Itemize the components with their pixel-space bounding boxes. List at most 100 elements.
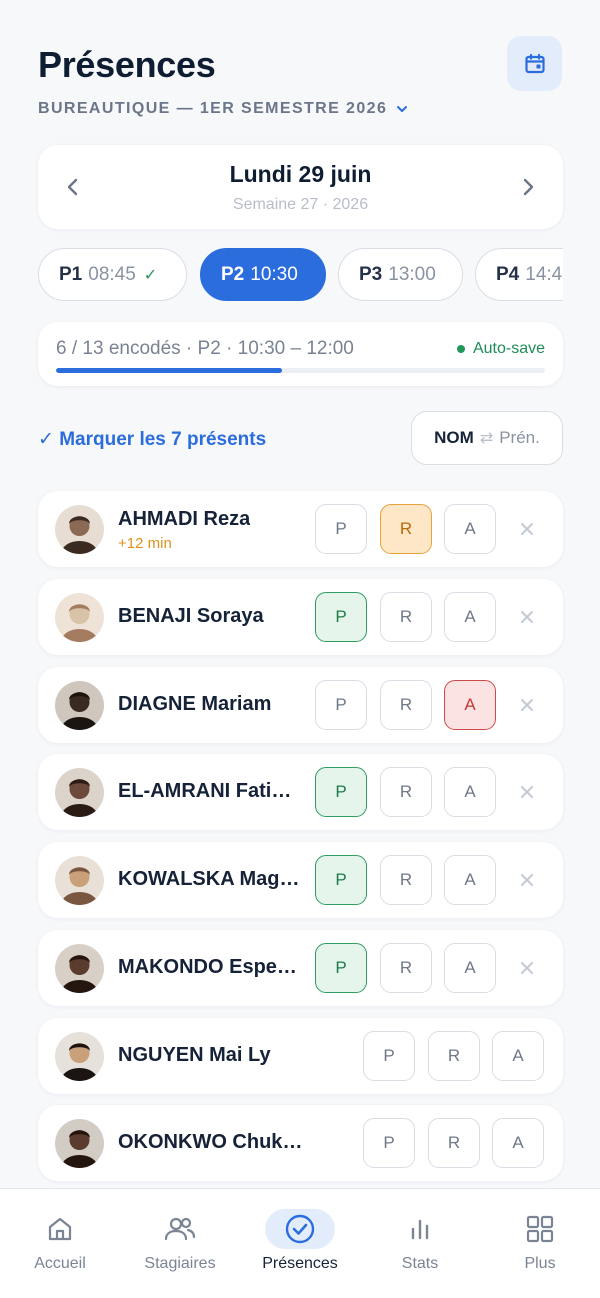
tab-label: Plus	[524, 1255, 556, 1272]
progress-track	[56, 368, 545, 373]
avatar	[55, 593, 104, 642]
status-late-button[interactable]: R	[428, 1118, 480, 1168]
student-row: DIAGNE Mariam P R A	[38, 667, 563, 743]
student-row: OKONKWO Chukwudi PRA	[38, 1105, 563, 1181]
tab-stagiaires[interactable]: Stagiaires	[120, 1209, 240, 1273]
period-code: P1	[59, 263, 83, 285]
period-chip-p2[interactable]: P2 10:30	[200, 248, 326, 301]
status-present-button[interactable]: P	[315, 855, 367, 905]
avatar	[55, 505, 104, 554]
student-row: KOWALSKA Mag… P R A	[38, 842, 563, 918]
student-row: BENAJI Soraya P R A	[38, 579, 563, 655]
period-code: P2	[221, 263, 245, 285]
class-selector[interactable]: BUREAUTIQUE — 1ER SEMESTRE 2026	[38, 100, 409, 118]
clear-status-icon[interactable]	[516, 869, 538, 891]
avatar	[55, 856, 104, 905]
status-absent-button[interactable]: A	[444, 592, 496, 642]
avatar	[55, 681, 104, 730]
calendar-button[interactable]	[507, 36, 562, 91]
encoding-progress: 6 / 13 encodés · P2 · 10:30 – 12:00 Auto…	[38, 322, 563, 386]
calendar-icon	[524, 53, 545, 73]
status-absent-button[interactable]: A	[444, 504, 496, 554]
status-late-button[interactable]: R	[380, 504, 432, 554]
page-title: Présences	[38, 44, 216, 85]
progress-summary: 6 / 13 encodés · P2 · 10:30 – 12:00	[56, 338, 354, 359]
period-chip-p4[interactable]: P4 14:45	[475, 248, 563, 301]
student-name: KOWALSKA Mag…	[118, 868, 300, 890]
status-late-button[interactable]: R	[380, 943, 432, 993]
check-circle-icon	[265, 1209, 335, 1249]
tab-plus[interactable]: Plus	[480, 1209, 600, 1273]
bottom-tab-bar: Accueil Stagiaires Présences Stats Plus	[0, 1188, 600, 1298]
next-day-button[interactable]	[512, 171, 544, 203]
users-icon	[145, 1209, 215, 1249]
status-dot-icon	[456, 345, 465, 353]
tab-label: Accueil	[34, 1255, 86, 1272]
tab-stats[interactable]: Stats	[360, 1209, 480, 1273]
autosave-label: Auto-save	[472, 340, 545, 357]
period-chip-p3[interactable]: P3 13:00	[338, 248, 463, 301]
status-present-button[interactable]: P	[315, 767, 367, 817]
student-row: NGUYEN Mai Ly P R A	[38, 1018, 563, 1094]
status-late-button[interactable]: R	[380, 680, 432, 730]
student-name: MAKONDO Espe…	[118, 956, 297, 978]
avatar	[55, 1119, 104, 1168]
chevron-right-icon	[523, 178, 534, 196]
avatar	[55, 768, 104, 817]
period-time: 14:45	[525, 263, 563, 285]
status-absent-button[interactable]: A	[492, 1031, 544, 1081]
status-present-button[interactable]: P	[315, 943, 367, 993]
period-selector: P1 08:45 ✓ P2 10:30 P3 13:00 P4 14:45	[38, 248, 563, 302]
bar-chart-icon	[385, 1209, 455, 1249]
status-present-button[interactable]: P	[363, 1118, 415, 1168]
student-row: MAKONDO Espe… P R A	[38, 930, 563, 1006]
tab-label: Stagiaires	[144, 1255, 216, 1272]
clear-status-icon[interactable]	[516, 694, 538, 716]
student-row: EL-AMRANI Fati… P R A	[38, 754, 563, 830]
period-chip-p1[interactable]: P1 08:45 ✓	[38, 248, 187, 301]
period-time: 13:00	[388, 263, 436, 285]
status-absent-button[interactable]: A	[444, 767, 496, 817]
status-present-button[interactable]: P	[315, 504, 367, 554]
status-late-button[interactable]: R	[380, 855, 432, 905]
status-present-button[interactable]: P	[363, 1031, 415, 1081]
status-absent-button[interactable]: A	[444, 855, 496, 905]
status-absent-button[interactable]: A	[492, 1118, 544, 1168]
student-name: NGUYEN Mai Ly	[118, 1044, 271, 1066]
student-name: BENAJI Soraya	[118, 605, 264, 627]
tab-label: Présences	[262, 1255, 338, 1272]
sort-by-lastname: NOM	[434, 428, 474, 447]
student-name: AHMADI Reza	[118, 508, 251, 530]
progress-fill	[56, 368, 282, 373]
mark-all-present-button[interactable]: ✓ Marquer les 7 présents	[38, 428, 266, 451]
student-name: OKONKWO Chukwudi	[118, 1131, 303, 1153]
clear-status-icon[interactable]	[516, 957, 538, 979]
sort-toggle-button[interactable]: NOM ⇄ Prén.	[411, 411, 563, 465]
tab-presences[interactable]: Présences	[240, 1209, 360, 1273]
avatar	[55, 1032, 104, 1081]
clear-status-icon[interactable]	[516, 518, 538, 540]
autosave-indicator: Auto-save	[456, 340, 545, 358]
late-note: +12 min	[118, 535, 172, 552]
status-absent-button[interactable]: A	[444, 943, 496, 993]
status-absent-button[interactable]: A	[444, 680, 496, 730]
status-present-button[interactable]: P	[315, 592, 367, 642]
period-time: 10:30	[250, 263, 298, 285]
period-code: P3	[359, 263, 383, 285]
chevron-down-icon	[397, 106, 408, 112]
clear-status-icon[interactable]	[516, 781, 538, 803]
status-present-button[interactable]: P	[315, 680, 367, 730]
current-week: Semaine 27 · 2026	[232, 196, 369, 213]
tab-accueil[interactable]: Accueil	[0, 1209, 120, 1273]
grid-icon	[505, 1209, 575, 1249]
sort-by-firstname: Prén.	[499, 428, 540, 447]
clear-status-icon[interactable]	[516, 606, 538, 628]
avatar	[55, 944, 104, 993]
date-navigator: Lundi 29 juin Semaine 27 · 2026	[38, 145, 563, 229]
student-name: EL-AMRANI Fati…	[118, 780, 292, 802]
status-late-button[interactable]: R	[428, 1031, 480, 1081]
swap-icon: ⇄	[479, 430, 494, 447]
page-header: Présences BUREAUTIQUE — 1ER SEMESTRE 202…	[38, 36, 562, 117]
status-late-button[interactable]: R	[380, 592, 432, 642]
status-late-button[interactable]: R	[380, 767, 432, 817]
